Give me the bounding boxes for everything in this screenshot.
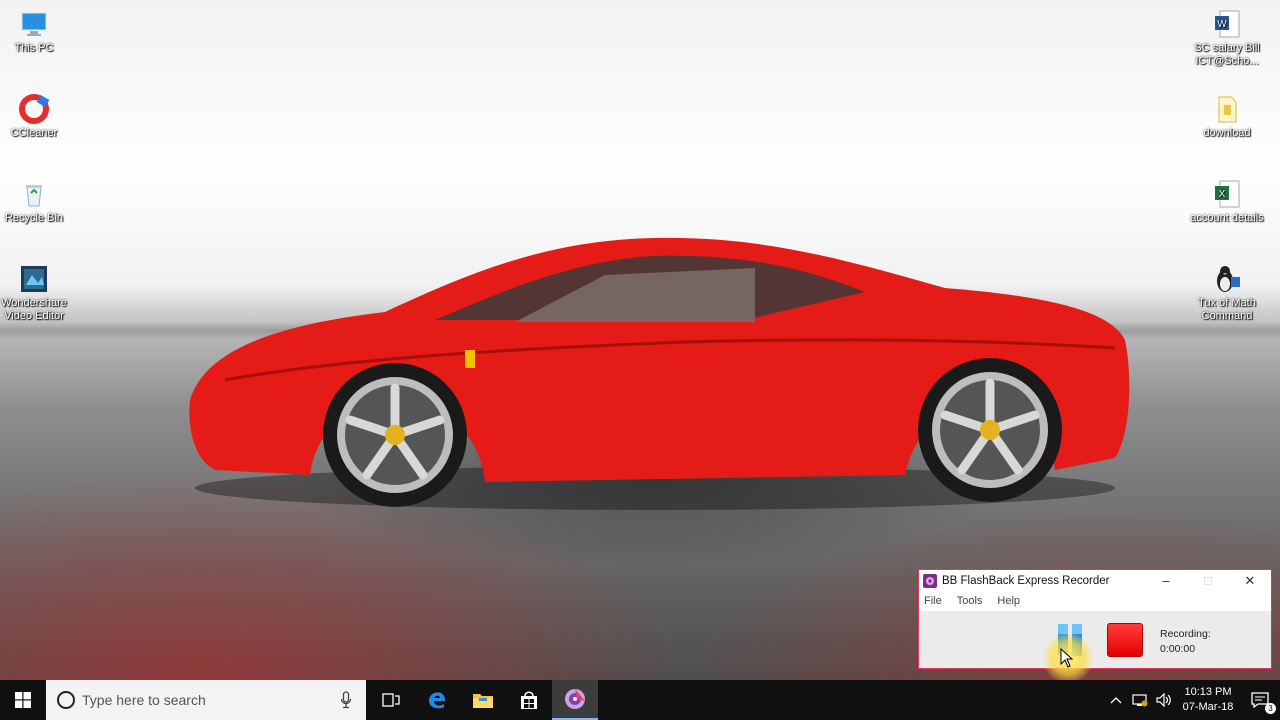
close-button[interactable]: ✕ — [1229, 570, 1271, 591]
notification-count-badge: 3 — [1265, 703, 1276, 714]
system-tray: 10:13 PM 07-Mar-18 3 — [1104, 680, 1280, 720]
windows-logo-icon — [15, 692, 31, 708]
desktop-icon-label: Recycle Bin — [4, 212, 64, 224]
desktop-icon-label: download — [1203, 127, 1251, 139]
volume-control[interactable] — [1152, 680, 1176, 720]
excel-document-icon: X — [1215, 180, 1240, 208]
task-view-icon — [382, 693, 400, 707]
cortana-icon — [57, 691, 75, 709]
search-placeholder: Type here to search — [82, 692, 206, 708]
svg-text:W: W — [1217, 19, 1227, 30]
start-button[interactable] — [0, 680, 46, 720]
minimize-icon: – — [1162, 573, 1170, 588]
network-status[interactable] — [1128, 680, 1152, 720]
network-icon — [1132, 694, 1148, 707]
menu-tools[interactable]: Tools — [957, 595, 983, 607]
desktop-icon-label: Wondershare Video Editor — [1, 297, 67, 322]
action-center-button[interactable]: 3 — [1240, 680, 1280, 720]
taskbar-search-box[interactable]: Type here to search — [46, 680, 366, 720]
file-explorer-icon — [473, 694, 493, 708]
maximize-button: □ — [1187, 570, 1229, 591]
recording-status-label: Recording: — [1160, 628, 1211, 640]
edge-icon — [429, 692, 445, 709]
svg-text:X: X — [1219, 189, 1226, 200]
taskbar-store[interactable] — [506, 680, 552, 720]
taskbar-file-explorer[interactable] — [460, 680, 506, 720]
desktop-icon-sc-salary-bill[interactable]: W SC salary Bill ICT@Scho... — [1190, 8, 1264, 68]
desktop-icon-recycle-bin[interactable]: Recycle Bin — [0, 178, 71, 225]
taskbar: Type here to search 10:13 PM 07-Mar-18 3 — [0, 680, 1280, 720]
ccleaner-icon — [19, 94, 50, 124]
folder-icon — [1218, 96, 1237, 123]
desktop-icon-this-pc[interactable]: This PC — [0, 8, 71, 55]
chevron-up-icon — [1110, 697, 1122, 704]
desktop-icon-account-details[interactable]: X account details — [1190, 178, 1264, 225]
desktop-icon-label: This PC — [14, 42, 54, 54]
flashback-recorder-window: BB FlashBack Express Recorder – □ ✕ File… — [918, 569, 1272, 669]
desktop-icon-label: SC salary Bill ICT@Scho... — [1194, 42, 1260, 67]
flashback-recorder-icon — [565, 689, 585, 709]
speaker-icon — [1156, 693, 1171, 707]
recording-timer: 0:00:00 — [1160, 643, 1196, 655]
recorder-menu-bar: File Tools Help — [919, 591, 1271, 611]
recycle-bin-icon — [26, 185, 42, 207]
desktop-icon-label: CCleaner — [10, 127, 58, 139]
clock-date: 07-Mar-18 — [1182, 701, 1234, 713]
minimize-button[interactable]: – — [1145, 570, 1187, 591]
menu-help[interactable]: Help — [997, 595, 1020, 607]
mouse-pointer-icon — [1060, 648, 1074, 668]
desktop-icon-label: account details — [1190, 212, 1264, 224]
store-icon — [521, 691, 537, 709]
video-editor-icon — [21, 266, 47, 292]
word-document-icon: W — [1215, 10, 1240, 38]
taskbar-clock[interactable]: 10:13 PM 07-Mar-18 — [1176, 685, 1240, 715]
recording-status: Recording: 0:00:00 — [1160, 627, 1211, 657]
recorder-title-bar[interactable]: BB FlashBack Express Recorder – □ ✕ — [919, 570, 1271, 591]
desktop-icon-ccleaner[interactable]: CCleaner — [0, 93, 71, 140]
taskbar-flashback-recorder[interactable] — [552, 680, 598, 720]
computer-icon — [21, 12, 47, 36]
tux-math-icon — [1217, 266, 1240, 292]
task-view-button[interactable] — [368, 680, 414, 720]
close-icon: ✕ — [1244, 572, 1256, 588]
desktop-icon-tux-of-math[interactable]: Tux of Math Command — [1190, 263, 1264, 323]
desktop-icon-label: Tux of Math Command — [1198, 297, 1256, 322]
red-sports-car-image — [189, 237, 1130, 510]
taskbar-edge[interactable] — [414, 680, 460, 720]
recorder-title: BB FlashBack Express Recorder — [942, 574, 1110, 587]
microphone-icon[interactable] — [340, 691, 352, 709]
recorder-controls: Recording: 0:00:00 — [919, 611, 1271, 668]
maximize-icon: □ — [1204, 573, 1212, 588]
stop-button[interactable] — [1107, 623, 1143, 657]
clock-time: 10:13 PM — [1184, 686, 1232, 698]
show-hidden-icons-button[interactable] — [1104, 680, 1128, 720]
desktop-icon-wondershare[interactable]: Wondershare Video Editor — [0, 263, 71, 323]
flashback-app-icon — [923, 573, 937, 588]
menu-file[interactable]: File — [924, 595, 942, 607]
desktop-icon-download[interactable]: download — [1190, 93, 1264, 140]
